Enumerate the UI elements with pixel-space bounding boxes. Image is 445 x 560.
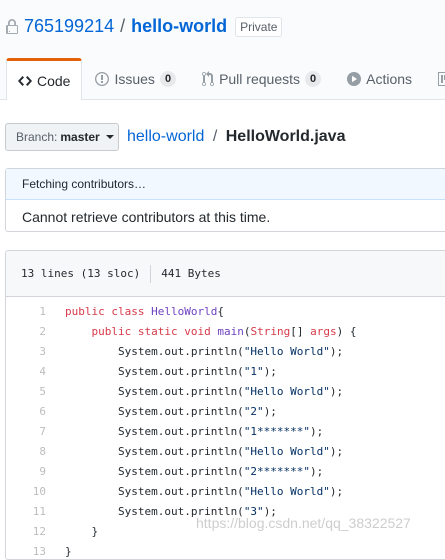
code-line: 13} [6,541,445,559]
repo-tabs: Code Issues 0 Pull requests 0 Actions P [6,58,445,100]
line-number[interactable]: 5 [6,385,65,398]
line-number[interactable]: 12 [6,525,65,538]
code-text: } [65,524,99,538]
project-icon [438,71,445,86]
tab-code-label: Code [37,72,71,89]
code-text: System.out.println("1*******"); [65,424,324,438]
line-number[interactable]: 10 [6,485,65,498]
code-text: public static void main(String[] args) { [91,324,357,338]
contributors-message: Cannot retrieve contributors at this tim… [22,208,271,225]
code-line: 8 System.out.println("Hello World"); [6,441,445,461]
code-line: 10 System.out.println("Hello World"); [6,481,445,501]
code-text: System.out.println("Hello World"); [65,444,344,458]
file-info-divider [150,264,152,283]
repo-title: 765199214 / hello-world Private [6,16,283,37]
repo-owner-link[interactable]: 765199214 [24,16,114,37]
tab-pull-requests-label: Pull requests [219,70,300,87]
code-text: System.out.println("2*******"); [65,464,324,478]
code-line: 7 System.out.println("1*******"); [6,421,445,441]
tab-code[interactable]: Code [6,58,83,100]
breadcrumb-file: HelloWorld.java [225,128,346,145]
file-size: 441 Bytes [161,267,221,280]
code-icon [18,75,32,86]
code-line: 4 System.out.println("1"); [6,361,445,381]
watermark: https://blog.csdn.net/qq_38322527 [196,515,411,531]
code-line: 3 System.out.println("Hello World"); [6,341,445,361]
caret-down-icon [105,135,114,139]
line-number[interactable]: 6 [6,405,65,418]
code-text: System.out.println("1"); [65,364,277,378]
code-line: 2 public static void main(String[] args)… [6,321,445,341]
line-number[interactable]: 8 [6,445,65,458]
branch-label: Branch: [16,130,58,144]
breadcrumb: hello-world / HelloWorld.java [127,128,345,146]
tab-actions-label: Actions [366,70,413,87]
code-text: System.out.println("Hello World"); [65,484,344,498]
contributors-box: Fetching contributors… Cannot retrieve c… [5,168,445,232]
repo-header: 765199214 / hello-world Private Code Iss… [0,0,445,100]
code-text: System.out.println("Hello World"); [65,384,344,398]
breadcrumb-repo-link[interactable]: hello-world [127,128,204,145]
code-line: 9 System.out.println("2*******"); [6,461,445,481]
code-line: 6 System.out.println("2"); [6,401,445,421]
code-text: System.out.println("2"); [65,404,277,418]
code-text: } [65,544,72,558]
code-line: 1 public class HelloWorld{ [6,301,445,321]
line-number[interactable]: 7 [6,425,65,438]
pull-requests-counter: 0 [305,70,322,87]
tab-actions[interactable]: Actions [334,58,425,99]
repo-separator: / [120,16,126,36]
pull-request-icon [202,70,215,86]
tab-issues[interactable]: Issues 0 [82,58,189,99]
issue-icon [95,71,110,86]
code-text: public class HelloWorld{ [65,304,224,318]
line-number[interactable]: 3 [6,345,65,358]
code-text: System.out.println("Hello World"); [65,344,344,358]
file-line-count: 13 lines (13 sloc) [21,267,141,280]
line-number[interactable]: 13 [6,545,65,558]
breadcrumb-separator: / [212,128,218,145]
line-number[interactable]: 4 [6,365,65,378]
code-line: 5 System.out.println("Hello World"); [6,381,445,401]
line-number[interactable]: 9 [6,465,65,478]
line-number[interactable]: 2 [6,325,65,338]
branch-value: master [60,130,100,144]
tab-pull-requests[interactable]: Pull requests 0 [189,58,334,99]
tab-projects[interactable]: P [425,58,445,99]
file-box: 13 lines (13 sloc) 441 Bytes 1 public cla… [5,250,445,560]
branch-select-button[interactable]: Branch: master [5,123,119,151]
issues-counter: 0 [159,70,177,87]
private-badge: Private [235,16,283,37]
tab-issues-label: Issues [114,70,155,87]
contributors-status: Fetching contributors… [6,169,445,200]
line-number[interactable]: 1 [6,305,65,318]
repo-name-link[interactable]: hello-world [131,16,227,37]
line-number[interactable]: 11 [6,505,65,518]
lock-icon [6,18,18,34]
file-header: 13 lines (13 sloc) 441 Bytes [6,251,445,297]
play-icon [347,71,362,86]
